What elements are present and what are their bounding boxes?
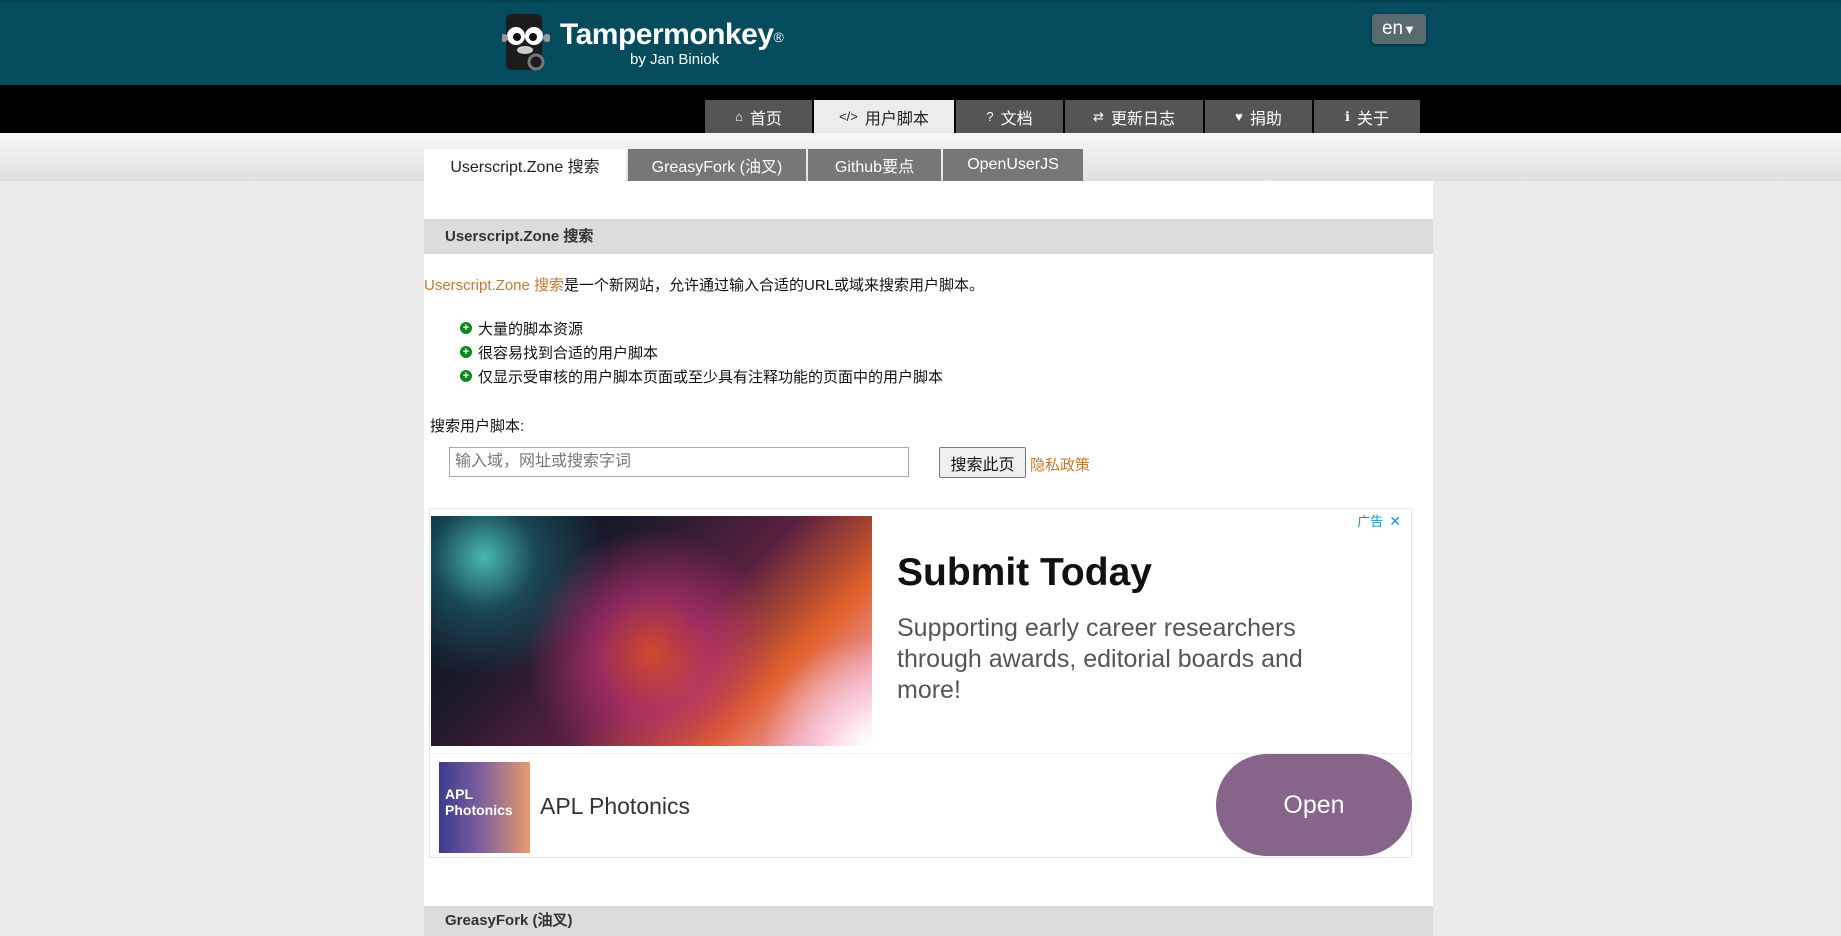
nav-userscripts-label: 用户脚本 [864, 110, 929, 128]
ad-title[interactable]: Submit Today [897, 551, 1152, 595]
language-selector[interactable]: en▼ [1372, 14, 1426, 44]
nav-donate-label: 捐助 [1249, 110, 1282, 128]
plus-circle-icon: + [460, 370, 472, 382]
brand-title: Tampermonkey® [560, 18, 784, 51]
feature-list: + 大量的脚本资源 + 很容易找到合适的用户脚本 + 仅显示受审核的用户脚本页面或至少… [460, 316, 943, 388]
brand-byline: by Jan Biniok [630, 51, 720, 68]
nav-docs-label: 文档 [1000, 110, 1033, 128]
advertisement[interactable]: 广告 ✕ Submit Today Supporting early career… [429, 508, 1412, 858]
search-input[interactable] [449, 447, 909, 477]
ad-brand-name[interactable]: APL Photonics [540, 793, 690, 820]
site-header: Tampermonkey® by Jan Biniok en▼ [0, 0, 1841, 85]
nav-about[interactable]: ℹ 关于 [1314, 100, 1420, 133]
monkey-icon [500, 12, 551, 76]
list-item: + 大量的脚本资源 [460, 316, 943, 340]
nav-changelog[interactable]: ⇄ 更新日志 [1065, 100, 1203, 133]
ad-image[interactable] [431, 516, 872, 746]
nav-home[interactable]: ⌂ 首页 [705, 100, 812, 133]
dropdown-arrow-icon: ▼ [1403, 22, 1416, 37]
search-source-tabs: Userscript.Zone 搜索 GreasyFork (油叉) Githu… [424, 149, 1085, 181]
next-section-title: GreasyFork (油叉) [424, 906, 1433, 936]
privacy-policy-link[interactable]: 隐私政策 [1030, 454, 1090, 475]
feature-text: 很容易找到合适的用户脚本 [478, 344, 659, 362]
list-item: + 很容易找到合适的用户脚本 [460, 340, 943, 364]
ad-description[interactable]: Supporting early career researchers thro… [897, 613, 1367, 706]
search-button[interactable]: 搜索此页 [939, 447, 1026, 478]
plus-circle-icon: + [460, 322, 472, 334]
plus-circle-icon: + [460, 346, 472, 358]
tab-openuserjs[interactable]: OpenUserJS [943, 149, 1083, 181]
tab-github-gists[interactable]: Github要点 [808, 149, 941, 181]
tab-greasyfork[interactable]: GreasyFork (油叉) [628, 149, 806, 181]
nav-userscripts[interactable]: </> 用户脚本 [814, 100, 954, 133]
nav-donate[interactable]: ♥ 捐助 [1205, 100, 1312, 133]
nav-changelog-label: 更新日志 [1110, 110, 1175, 128]
tab-userscript-zone[interactable]: Userscript.Zone 搜索 [424, 149, 626, 181]
exchange-icon: ⇄ [1093, 108, 1104, 124]
section-title: Userscript.Zone 搜索 [424, 219, 1433, 254]
list-item: + 仅显示受审核的用户脚本页面或至少具有注释功能的页面中的用户脚本 [460, 364, 943, 388]
close-icon[interactable]: ✕ [1389, 513, 1401, 529]
home-icon: ⌂ [735, 109, 743, 124]
heart-icon: ♥ [1235, 109, 1243, 124]
nav-about-label: 关于 [1356, 110, 1389, 128]
language-label: en [1381, 18, 1404, 39]
info-icon: ℹ [1345, 108, 1350, 124]
nav-home-label: 首页 [749, 110, 782, 128]
feature-text: 仅显示受审核的用户脚本页面或至少具有注释功能的页面中的用户脚本 [478, 368, 944, 386]
logo-text: Tampermonkey® by Jan Biniok [560, 18, 784, 69]
ad-choices[interactable]: 广告 ✕ [1357, 511, 1401, 530]
main-nav-bar: ⌂ 首页 </> 用户脚本 ? 文档 ⇄ 更新日志 ♥ 捐助 ℹ 关于 [0, 85, 1841, 133]
main-nav: ⌂ 首页 </> 用户脚本 ? 文档 ⇄ 更新日志 ♥ 捐助 ℹ 关于 [705, 100, 1422, 133]
tampermonkey-logo[interactable]: Tampermonkey® by Jan Biniok [500, 12, 784, 76]
feature-text: 大量的脚本资源 [478, 320, 584, 338]
ad-brand-logo[interactable]: APL Photonics [439, 762, 530, 853]
intro-text: 是一个新网站，允许通过输入合适的URL或域来搜索用户脚本。 [564, 277, 985, 294]
nav-docs[interactable]: ? 文档 [956, 100, 1063, 133]
userscript-zone-link[interactable]: Userscript.Zone 搜索 [424, 277, 564, 294]
search-label: 搜索用户脚本: [430, 418, 525, 435]
ad-label: 广告 [1357, 514, 1384, 529]
question-icon: ? [986, 109, 994, 124]
ad-open-button[interactable]: Open [1216, 754, 1412, 856]
intro-paragraph: Userscript.Zone 搜索是一个新网站，允许通过输入合适的URL或域来… [424, 274, 984, 295]
code-icon: </> [839, 109, 858, 124]
